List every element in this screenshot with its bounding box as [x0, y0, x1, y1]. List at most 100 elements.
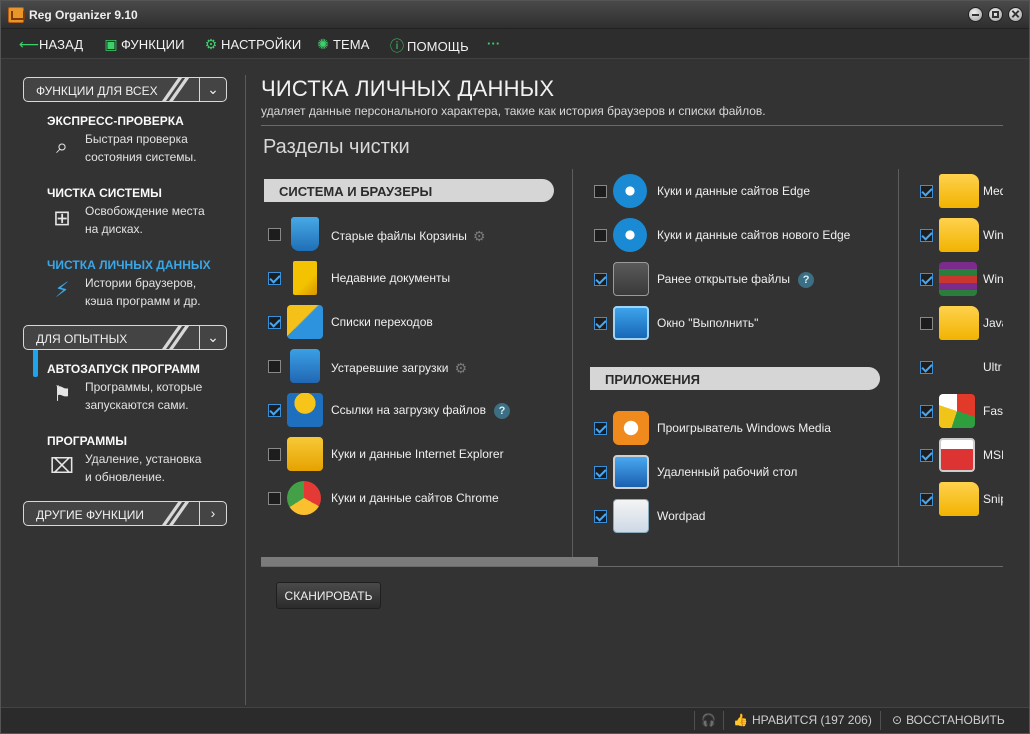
option-label: Списки переходов [331, 315, 433, 329]
option-checkbox[interactable] [268, 492, 281, 505]
functions-button[interactable]: ▣ ФУНКЦИИ [101, 36, 185, 54]
group-all-label: ФУНКЦИИ ДЛЯ ВСЕХ [36, 84, 158, 98]
back-label: НАЗАД [39, 37, 84, 52]
sidebar-item-programs[interactable]: ПРОГРАММЫ ⌧ Удаление, установка и обновле… [47, 434, 237, 484]
support-headset-icon[interactable]: 🎧 [701, 713, 716, 727]
option-checkbox[interactable] [594, 422, 607, 435]
new-edge-icon [613, 218, 647, 252]
title-divider [261, 125, 1003, 126]
maximize-button[interactable] [988, 7, 1003, 22]
option-settings-gear-icon[interactable]: ⚙ [473, 228, 486, 245]
cleanup-option-row[interactable]: Win [920, 259, 1003, 299]
lightbulb-icon: ✺ [317, 36, 329, 52]
close-button[interactable] [1008, 7, 1023, 22]
option-label: Недавние документы [331, 271, 451, 285]
option-checkbox[interactable] [594, 466, 607, 479]
panel-bottom-divider [261, 566, 1003, 567]
option-checkbox[interactable] [920, 273, 933, 286]
flags-gear-icon: ⚑ [52, 383, 72, 406]
cleanup-option-row[interactable]: Wordpad [594, 496, 894, 536]
restore-button[interactable]: ⊙ ВОССТАНОВИТЬ [892, 713, 1005, 727]
option-label: Med [983, 184, 1003, 198]
main-content: ЧИСТКА ЛИЧНЫХ ДАННЫХ удаляет данные перс… [247, 61, 1029, 707]
cleanup-option-row[interactable]: Проигрыватель Windows Media [594, 408, 894, 448]
option-checkbox[interactable] [594, 317, 607, 330]
option-checkbox[interactable] [920, 405, 933, 418]
option-checkbox[interactable] [268, 448, 281, 461]
cleanup-option-row[interactable]: Устаревшие загрузки ⚙ [268, 346, 568, 386]
like-button[interactable]: 👍 НРАВИТСЯ (197 206) [733, 713, 872, 727]
chevron-down-icon: ⌄ [199, 78, 226, 101]
download-links-icon [287, 393, 323, 427]
back-button[interactable]: ⟵НАЗАД [19, 36, 83, 54]
option-label: Java [983, 316, 1003, 330]
briefcase-icon: ▣ [104, 36, 118, 52]
cleanup-option-row[interactable]: Куки и данные сайтов Chrome [268, 478, 568, 518]
cleanup-option-row[interactable]: Ранее открытые файлы? [594, 259, 894, 299]
option-checkbox[interactable] [268, 228, 281, 241]
sidebar-item-private-data[interactable]: ЧИСТКА ЛИЧНЫХ ДАННЫХ ⚡ Истории браузеров… [47, 258, 237, 308]
option-checkbox[interactable] [594, 510, 607, 523]
cleanup-option-row[interactable]: Окно "Выполнить" [594, 303, 894, 343]
cleanup-option-row[interactable]: MSI [920, 435, 1003, 475]
category-system-browsers: СИСТЕМА И БРАУЗЕРЫ [264, 179, 554, 202]
cleanup-option-row[interactable]: Куки и данные Internet Explorer [268, 434, 568, 474]
sidebar-item-desc: Программы, которые запускаются сами. [85, 380, 203, 412]
cleanup-option-row[interactable]: Fast [920, 391, 1003, 431]
cleanup-option-row[interactable]: Куки и данные сайтов Edge [594, 171, 894, 211]
section-title: Разделы чистки [263, 136, 410, 158]
option-checkbox[interactable] [268, 316, 281, 329]
cleanup-option-row[interactable]: Недавние документы [268, 258, 568, 298]
option-checkbox[interactable] [594, 273, 607, 286]
scan-button[interactable]: СКАНИРОВАТЬ [276, 582, 381, 609]
cleanup-option-row[interactable]: Snip [920, 479, 1003, 519]
cleanup-option-row[interactable]: Старые файлы Корзины ⚙ [268, 214, 568, 254]
option-help-icon[interactable]: ? [493, 403, 510, 419]
settings-label: НАСТРОЙКИ [221, 37, 302, 52]
thumbs-up-icon: 👍 [733, 713, 748, 727]
settings-button[interactable]: ⚙ НАСТРОЙКИ [201, 36, 302, 54]
sidebar-item-autostart[interactable]: АВТОЗАПУСК ПРОГРАММ ⚑ Программы, которые… [47, 362, 237, 412]
help-button[interactable]: ⓘ ПОМОЩЬ [387, 36, 469, 54]
group-advanced[interactable]: ДЛЯ ОПЫТНЫХ ⌄ [23, 325, 227, 350]
group-functions-for-all[interactable]: ФУНКЦИИ ДЛЯ ВСЕХ ⌄ [23, 77, 227, 102]
option-label: Куки и данные Internet Explorer [331, 447, 504, 461]
chevron-right-icon: › [199, 502, 226, 525]
sidebar-item-system-cleanup[interactable]: ЧИСТКА СИСТЕМЫ ⊞ Освобождение места на ди… [47, 186, 237, 236]
option-label: Старые файлы Корзины ⚙ [331, 228, 486, 245]
option-help-icon[interactable]: ? [798, 272, 815, 288]
theme-label: ТЕМА [333, 37, 370, 52]
option-checkbox[interactable] [920, 317, 933, 330]
cleanup-option-row[interactable]: Ultr [920, 347, 1003, 387]
option-checkbox[interactable] [594, 185, 607, 198]
cleanup-option-row[interactable]: Списки переходов [268, 302, 568, 342]
option-settings-gear-icon[interactable]: ⚙ [454, 360, 467, 377]
theme-button[interactable]: ✺ ТЕМА [313, 36, 370, 54]
wordpad-icon [613, 499, 649, 533]
option-label: Куки и данные сайтов Chrome [331, 491, 499, 505]
reg-organizer-logo-icon [8, 7, 25, 23]
option-checkbox[interactable] [920, 361, 933, 374]
column-divider [898, 169, 899, 567]
cleanup-option-row[interactable]: Win [920, 215, 1003, 255]
option-checkbox[interactable] [920, 493, 933, 506]
option-checkbox[interactable] [920, 229, 933, 242]
sidebar-item-express-check[interactable]: ЭКСПРЕСС-ПРОВЕРКА ⌕ Быстрая проверка сост… [47, 114, 237, 164]
folder-icon [939, 218, 979, 252]
cleanup-option-row[interactable]: Куки и данные сайтов нового Edge [594, 215, 894, 255]
option-checkbox[interactable] [268, 272, 281, 285]
option-checkbox[interactable] [268, 404, 281, 417]
option-checkbox[interactable] [920, 449, 933, 462]
more-button[interactable]: ··· [487, 36, 500, 54]
option-checkbox[interactable] [920, 185, 933, 198]
option-checkbox[interactable] [594, 229, 607, 242]
cleanup-option-row[interactable]: Java [920, 303, 1003, 343]
restore-label: ВОССТАНОВИТЬ [906, 713, 1005, 727]
cleanup-option-row[interactable]: Ссылки на загрузку файлов? [268, 390, 568, 430]
group-other-functions[interactable]: ДРУГИЕ ФУНКЦИИ › [23, 501, 227, 526]
cleanup-option-row[interactable]: Удаленный рабочий стол [594, 452, 894, 492]
option-checkbox[interactable] [268, 360, 281, 373]
cleanup-option-row[interactable]: Med [920, 171, 1003, 211]
sidebar-item-desc: Быстрая проверка состояния системы. [85, 132, 197, 164]
minimize-button[interactable] [968, 7, 983, 22]
